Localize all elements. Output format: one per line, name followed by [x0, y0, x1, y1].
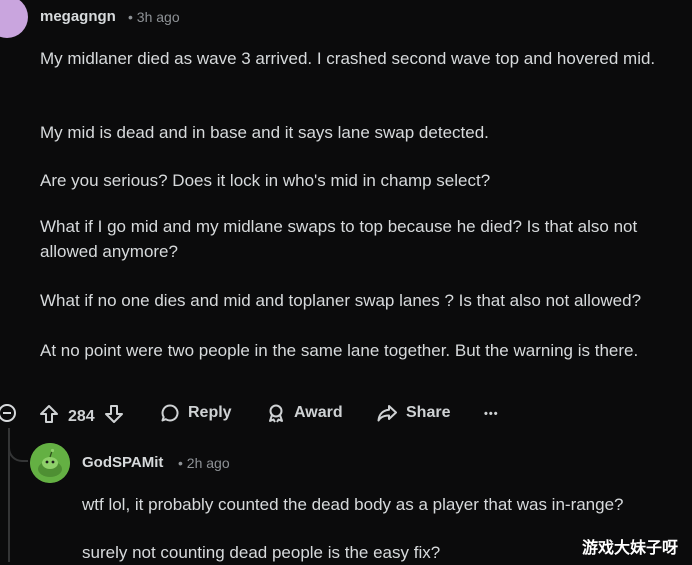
share-arrow-icon	[376, 403, 398, 423]
award-ribbon-icon	[266, 403, 286, 423]
commenter-avatar[interactable]	[0, 0, 28, 38]
collapse-icon[interactable]	[0, 404, 16, 422]
thread-branch-line	[8, 432, 28, 462]
share-button[interactable]: Share	[376, 403, 450, 423]
comment-timestamp: • 3h ago	[128, 9, 180, 25]
more-dots-icon[interactable]: •••	[484, 408, 499, 420]
reply-paragraph: wtf lol, it probably counted the dead bo…	[82, 495, 624, 514]
comment-paragraph: My mid is dead and in base and it says l…	[40, 123, 489, 142]
reply-avatar[interactable]	[30, 443, 70, 483]
vote-controls: 284	[38, 403, 125, 430]
comment-paragraph: Are you serious? Does it lock in who's m…	[40, 171, 491, 190]
upvote-arrow-icon[interactable]	[38, 403, 60, 430]
reply-button[interactable]: Reply	[160, 403, 232, 423]
share-label: Share	[406, 404, 451, 421]
comment-author[interactable]: megagngn	[40, 8, 116, 25]
speech-bubble-icon	[160, 403, 180, 423]
downvote-arrow-icon[interactable]	[103, 403, 125, 430]
reply-author[interactable]: GodSPAMit	[82, 454, 163, 471]
comment-paragraph: At no point were two people in the same …	[40, 341, 639, 360]
reply-label: Reply	[188, 404, 232, 421]
award-label: Award	[294, 404, 343, 421]
vote-count: 284	[68, 407, 95, 425]
comment-paragraph: My midlaner died as wave 3 arrived. I cr…	[40, 49, 656, 68]
snoo-avatar-icon	[30, 443, 70, 483]
award-button[interactable]: Award	[266, 403, 343, 423]
comment-paragraph: What if I go mid and my midlane swaps to…	[40, 217, 638, 261]
watermark-text: 游戏大妹子呀	[582, 538, 679, 557]
comment-paragraph: What if no one dies and mid and toplaner…	[40, 291, 642, 310]
reply-timestamp: • 2h ago	[178, 455, 230, 471]
